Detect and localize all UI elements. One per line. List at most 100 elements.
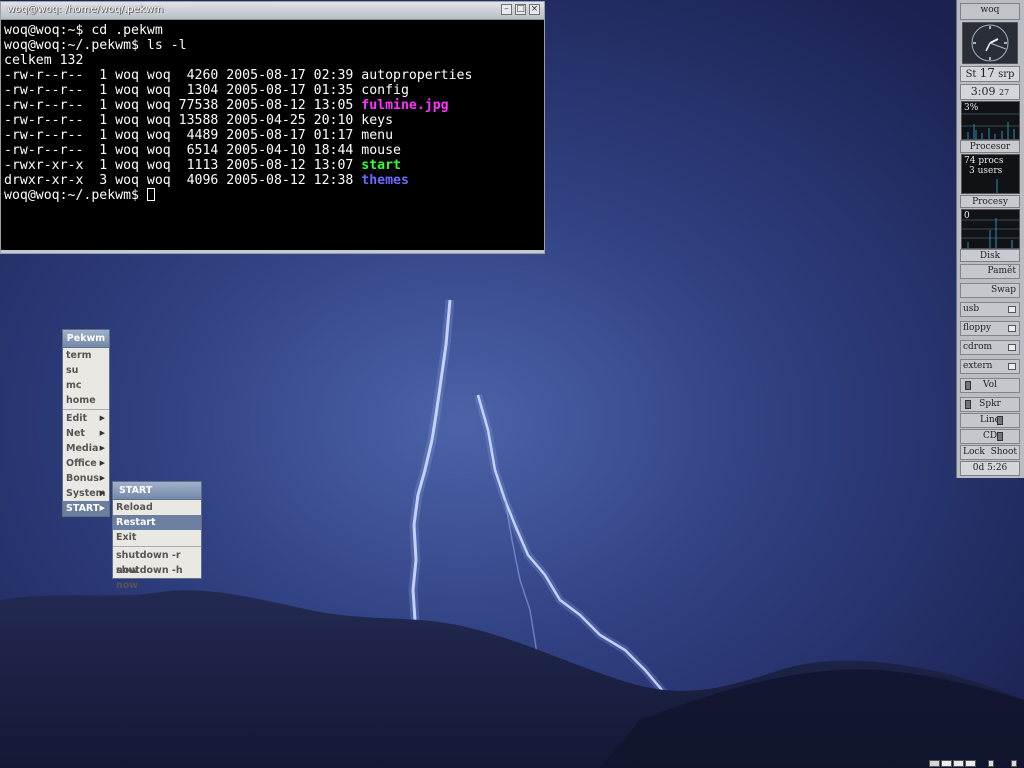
- cd-knob[interactable]: [997, 432, 1003, 441]
- terminal-title: woq@woq: /home/woq/.pekwm: [7, 4, 164, 15]
- ls-entry-filename: start: [361, 158, 401, 173]
- submenu-arrow-icon: ▶: [99, 504, 105, 512]
- start-menu-item-shutdown-h-now[interactable]: shutdown -h now: [113, 563, 201, 591]
- shoot-button[interactable]: Shoot: [991, 446, 1017, 459]
- menu-item-label: Office: [66, 458, 97, 469]
- speaker-knob[interactable]: [965, 400, 971, 409]
- pager-desktop-4[interactable]: [965, 760, 976, 767]
- cd-label: CD: [982, 431, 998, 441]
- tray-icon[interactable]: [988, 760, 994, 767]
- mount-label: floppy: [963, 323, 992, 333]
- ls-entry: -rw-r--r-- 1 woq woq 4260 2005-08-17 02:…: [4, 68, 542, 83]
- mount-button[interactable]: [1008, 325, 1016, 332]
- window-border[interactable]: [1, 250, 544, 253]
- volume-slider[interactable]: Vol: [960, 378, 1020, 393]
- submenu-arrow-icon: ▶: [99, 489, 105, 497]
- ls-entry-filename: config: [361, 83, 409, 98]
- mount-button[interactable]: [1008, 363, 1016, 370]
- mount-label: usb: [963, 304, 980, 314]
- memory-meter: Pamět: [960, 264, 1020, 279]
- start-menu-title: START: [113, 482, 201, 500]
- pager-desktop-2[interactable]: [941, 760, 952, 767]
- pager[interactable]: [926, 758, 1024, 768]
- menu-item-net[interactable]: Net ▶: [63, 426, 109, 441]
- menu-item-label: Reload: [116, 502, 153, 513]
- menu-item-label: START: [66, 503, 100, 514]
- menu-item-term[interactable]: term: [63, 348, 109, 363]
- mount-button[interactable]: [1008, 344, 1016, 351]
- cpu-label[interactable]: Procesor: [960, 140, 1020, 153]
- ls-entry: -rw-r--r-- 1 woq woq 13588 2005-04-25 20…: [4, 113, 542, 128]
- time-display: 3:09 27: [960, 84, 1020, 100]
- cd-slider[interactable]: CD: [960, 429, 1020, 444]
- menu-item-mc[interactable]: mc: [63, 378, 109, 393]
- maximize-button[interactable]: □: [515, 4, 526, 15]
- menu-item-label: Net: [66, 428, 85, 439]
- ls-entry-meta: -rw-r--r-- 1 woq woq 1304 2005-08-17 01:…: [4, 83, 362, 98]
- menu-item-label: Edit: [66, 413, 88, 424]
- lock-button[interactable]: Lock: [963, 446, 985, 459]
- tray-icon-2[interactable]: [1011, 760, 1017, 767]
- submenu-arrow-icon: ▶: [99, 429, 105, 437]
- menu-item-system[interactable]: System ▶: [63, 486, 109, 501]
- submenu-arrow-icon: ▶: [99, 474, 105, 482]
- proc-label[interactable]: Procesy: [960, 195, 1020, 208]
- menu-item-edit[interactable]: Edit ▶: [63, 411, 109, 426]
- ls-entry-meta: -rw-r--r-- 1 woq woq 13588 2005-04-25 20…: [4, 113, 362, 128]
- date-month: srp: [998, 69, 1015, 80]
- volume-knob[interactable]: [965, 381, 971, 390]
- disk-chart[interactable]: 0: [961, 209, 1020, 249]
- menu-item-office[interactable]: Office ▶: [63, 456, 109, 471]
- mount-button[interactable]: [1008, 306, 1016, 313]
- close-button[interactable]: ×: [529, 4, 540, 15]
- terminal-output[interactable]: woq@woq:~$ cd .pekwm woq@woq:~/.pekwm$ ls…: [4, 23, 542, 251]
- ls-entry: -rw-r--r-- 1 woq woq 77538 2005-08-12 13…: [4, 98, 542, 113]
- pekwm-root-menu[interactable]: Pekwm term su mc home Edit ▶ Net ▶ Media ▶ Office ▶…: [62, 329, 110, 517]
- minimize-button[interactable]: –: [501, 4, 512, 15]
- speaker-slider[interactable]: Spkr: [960, 397, 1020, 412]
- menu-item-label: Bonus: [66, 473, 99, 484]
- proc-chart[interactable]: 74 procs 3 users: [961, 154, 1020, 194]
- terminal-line: celkem 132: [4, 53, 84, 68]
- start-menu-item-reload[interactable]: Reload: [113, 500, 201, 515]
- swap-meter: Swap: [960, 283, 1020, 298]
- start-menu-item-shutdown-r-now[interactable]: shutdown -r now: [113, 548, 201, 576]
- time-seconds: 27: [999, 88, 1010, 97]
- menu-item-start[interactable]: START ▶: [63, 501, 109, 516]
- menu-separator: [63, 409, 109, 410]
- terminal-window[interactable]: woq@woq: /home/woq/.pekwm – □ × woq@woq:…: [0, 1, 545, 254]
- menu-item-home[interactable]: home: [63, 393, 109, 408]
- line-knob[interactable]: [997, 416, 1003, 425]
- menu-item-media[interactable]: Media ▶: [63, 441, 109, 456]
- terminal-titlebar[interactable]: woq@woq: /home/woq/.pekwm – □ ×: [1, 2, 544, 20]
- menu-item-bonus[interactable]: Bonus ▶: [63, 471, 109, 486]
- menu-item-su[interactable]: su: [63, 363, 109, 378]
- start-menu-item-exit[interactable]: Exit: [113, 530, 201, 545]
- mount-floppy[interactable]: floppy: [960, 321, 1020, 336]
- ls-entry-meta: drwxr-xr-x 3 woq woq 4096 2005-08-12 12:…: [4, 173, 362, 188]
- start-menu-item-restart[interactable]: Restart: [113, 515, 201, 530]
- terminal-line: woq@woq:~/.pekwm$ ls -l: [4, 38, 187, 53]
- pager-desktop-1[interactable]: [929, 760, 940, 767]
- menu-item-label: Exit: [116, 532, 137, 543]
- start-submenu[interactable]: START Reload Restart Exit shutdown -r now sh…: [112, 481, 202, 591]
- hostname-label: woq: [960, 3, 1020, 20]
- gkrellm-panel: woq St 17 srp 3:09 27 3% Procesor 74 pro…: [956, 0, 1024, 478]
- volume-label: Vol: [983, 380, 997, 390]
- terminal-prompt[interactable]: woq@woq:~/.pekwm$: [4, 188, 542, 203]
- submenu-arrow-icon: ▶: [99, 414, 105, 422]
- lock-shoot-bar: Lock Shoot: [960, 445, 1020, 460]
- line-slider[interactable]: Line: [960, 413, 1020, 428]
- date-day: St: [965, 69, 977, 80]
- mount-cdrom[interactable]: cdrom: [960, 340, 1020, 355]
- procs-count: 74 procs: [964, 156, 1004, 166]
- ls-entry-meta: -rw-r--r-- 1 woq woq 77538 2005-08-12 13…: [4, 98, 362, 113]
- menu-item-label: Media: [66, 443, 99, 454]
- menu-item-label: Restart: [116, 517, 156, 528]
- mount-usb[interactable]: usb: [960, 302, 1020, 317]
- cpu-chart[interactable]: 3%: [961, 101, 1020, 140]
- prompt-text: woq@woq:~/.pekwm$: [4, 188, 147, 203]
- pager-desktop-3[interactable]: [953, 760, 964, 767]
- mount-extern[interactable]: extern: [960, 359, 1020, 374]
- disk-label[interactable]: Disk: [960, 249, 1020, 262]
